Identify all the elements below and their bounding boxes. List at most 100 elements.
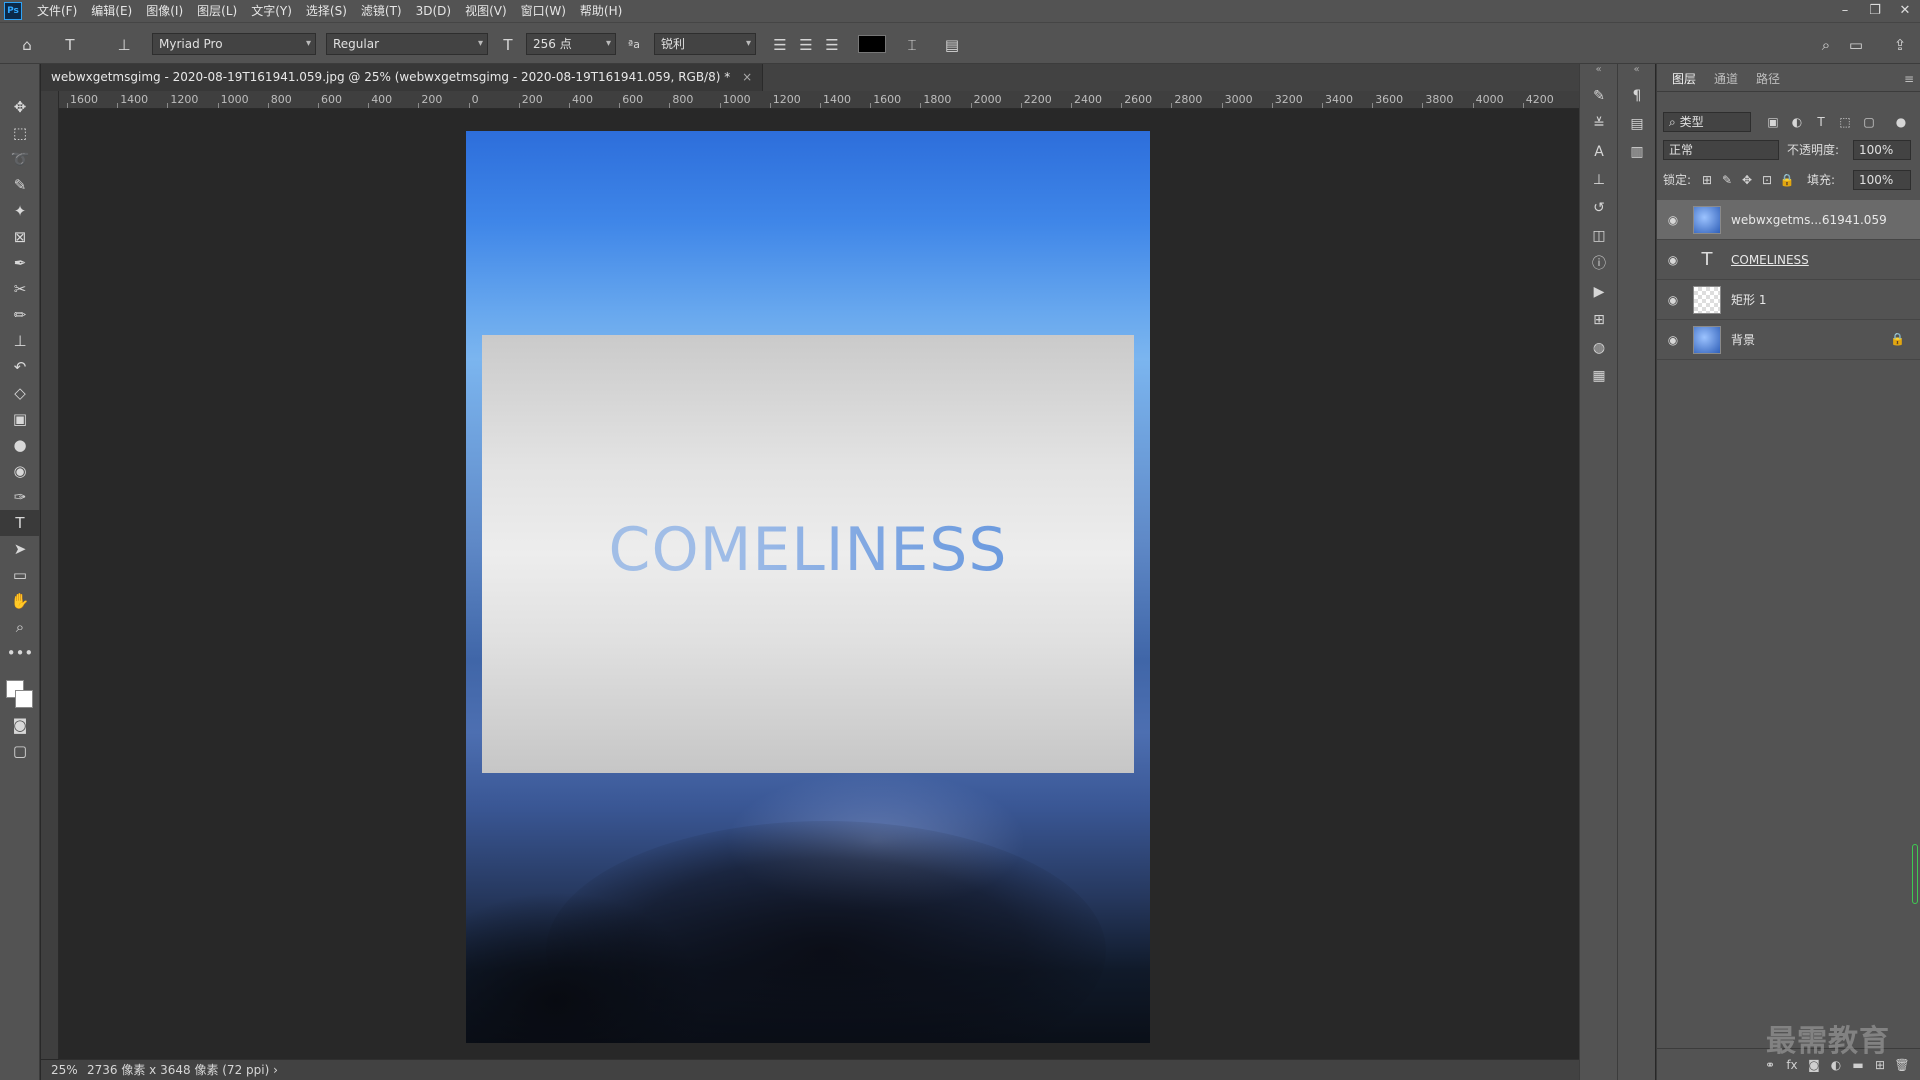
eyedropper-tool-icon[interactable]: ✒ [0,250,40,276]
crop-tool-icon[interactable]: ✂ [0,276,40,302]
pen-tool-icon[interactable]: ✑ [0,484,40,510]
eye-icon[interactable]: ◉ [1665,332,1681,348]
stamp-tool-icon[interactable]: ⊥ [0,328,40,354]
dodge-tool-icon[interactable]: ◉ [0,458,40,484]
menu-image[interactable]: 图像(I) [139,0,190,22]
tab-paths[interactable]: 路径 [1747,67,1789,91]
menu-file[interactable]: 文件(F) [30,0,84,22]
document-image[interactable]: COMELINESS [466,131,1150,1043]
collapse-icon[interactable]: « [1580,64,1617,82]
marquee-tool-icon[interactable]: ⬚ [0,120,40,146]
minimize-button[interactable]: – [1830,0,1860,22]
rectangle-shape-layer[interactable]: COMELINESS [482,335,1134,773]
type-tool-icon[interactable]: T [0,510,40,536]
history-brush-tool-icon[interactable]: ↶ [0,354,40,380]
character-panel-icon[interactable]: ▤ [942,35,962,55]
filter-adjustment-icon[interactable]: ◐ [1789,112,1805,132]
more-tools-icon[interactable]: ••• [0,640,40,666]
eye-icon[interactable]: ◉ [1665,292,1681,308]
info-icon[interactable]: ⓘ [1580,250,1618,278]
opacity-field[interactable]: 100% [1853,140,1911,160]
character-icon[interactable]: A [1580,138,1618,166]
menu-window[interactable]: 窗口(W) [514,0,573,22]
delete-layer-icon[interactable]: 🗑 [1891,1058,1913,1072]
menu-type[interactable]: 文字(Y) [244,0,299,22]
menu-help[interactable]: 帮助(H) [573,0,629,22]
brush-tool-icon[interactable]: ✏ [0,302,40,328]
filter-shape-icon[interactable]: ⬚ [1837,112,1853,132]
quick-mask-icon[interactable]: ◙ [0,712,40,738]
lock-transparent-icon[interactable]: ⊞ [1699,170,1715,190]
warp-text-icon[interactable]: ⌶ [902,35,922,55]
menu-select[interactable]: 选择(S) [299,0,354,22]
text-orientation-icon[interactable]: ⊥ [114,35,134,55]
comeliness-text-layer[interactable]: COMELINESS [482,515,1134,585]
menu-layer[interactable]: 图层(L) [190,0,244,22]
actions-icon[interactable]: ▶ [1580,278,1618,306]
adjustments-icon[interactable]: ≚ [1580,110,1618,138]
properties-icon[interactable]: ▤ [1618,110,1656,138]
search-icon[interactable]: ⌕ [1816,35,1836,55]
history-icon[interactable]: ↺ [1580,194,1618,222]
font-size-select[interactable]: 256 点 ▾ [526,33,616,55]
lock-pixels-icon[interactable]: ✎ [1719,170,1735,190]
canvas-area[interactable]: COMELINESS [59,109,1579,1059]
gradient-tool-icon[interactable]: ▣ [0,406,40,432]
move-tool-icon[interactable]: ✥ [0,94,40,120]
swatches-icon[interactable]: ⊞ [1580,306,1618,334]
filter-toggle-icon[interactable]: ● [1893,112,1909,132]
close-tab-icon[interactable]: × [742,70,752,84]
lasso-tool-icon[interactable]: ➰ [0,146,40,172]
align-center-icon[interactable]: ☰ [796,35,816,55]
font-style-select[interactable]: Regular ▾ [326,33,488,55]
lock-icon[interactable]: 🔒 [1890,332,1905,346]
notes-icon[interactable]: ▥ [1618,138,1656,166]
font-family-select[interactable]: Myriad Pro ▾ [152,33,316,55]
hand-tool-icon[interactable]: ✋ [0,588,40,614]
close-window-button[interactable]: ✕ [1890,0,1920,22]
collapse-icon[interactable]: « [1618,64,1655,82]
status-arrow-icon[interactable]: › [273,1063,278,1077]
layer-row[interactable]: ◉ T COMELINESS [1657,240,1920,280]
filter-type-icon[interactable]: T [1813,112,1829,132]
menu-edit[interactable]: 编辑(E) [84,0,139,22]
layer-filter-select[interactable]: ⌕ 类型 [1663,112,1751,132]
menu-view[interactable]: 视图(V) [458,0,514,22]
layer-row[interactable]: ◉ 矩形 1 [1657,280,1920,320]
align-left-icon[interactable]: ☰ [770,35,790,55]
zoom-level[interactable]: 25% [51,1060,78,1080]
screen-mode-icon[interactable]: ▢ [0,738,40,764]
restore-button[interactable]: ❐ [1860,0,1890,22]
filter-smart-object-icon[interactable]: ▢ [1861,112,1877,132]
panel-menu-icon[interactable]: ≡ [1895,67,1920,91]
align-right-icon[interactable]: ☰ [822,35,842,55]
lock-all-icon[interactable]: 🔒 [1779,170,1795,190]
fill-field[interactable]: 100% [1853,170,1911,190]
background-color-swatch[interactable] [15,690,33,708]
filter-pixel-icon[interactable]: ▣ [1765,112,1781,132]
lock-artboard-icon[interactable]: ⊡ [1759,170,1775,190]
brush-settings-icon[interactable]: ✎ [1580,82,1618,110]
text-color-swatch[interactable] [858,35,886,53]
path-select-tool-icon[interactable]: ➤ [0,536,40,562]
frame-tool-icon[interactable]: ⊠ [0,224,40,250]
workspace-icon[interactable]: ▭ [1846,35,1866,55]
layer-row[interactable]: ◉ webwxgetms...61941.059 [1657,200,1920,240]
eye-icon[interactable]: ◉ [1665,252,1681,268]
paragraph-icon[interactable]: ¶ [1618,82,1656,110]
tab-layers[interactable]: 图层 [1663,67,1706,91]
scroll-indicator[interactable] [1912,844,1918,904]
tab-channels[interactable]: 通道 [1705,67,1747,91]
antialias-select[interactable]: 锐利 ▾ [654,33,756,55]
3d-icon[interactable]: ◍ [1580,334,1618,362]
menu-3d[interactable]: 3D(D) [409,0,458,22]
layer-row[interactable]: ◉ 背景 🔒 [1657,320,1920,360]
share-icon[interactable]: ⇪ [1890,35,1910,55]
eye-icon[interactable]: ◉ [1665,212,1681,228]
zoom-tool-icon[interactable]: ⌕ [0,614,40,640]
rectangle-tool-icon[interactable]: ▭ [0,562,40,588]
home-icon[interactable]: ⌂ [17,35,37,55]
styles-icon[interactable]: ◫ [1580,222,1618,250]
blend-mode-select[interactable]: 正常 [1663,140,1779,160]
clone-source-icon[interactable]: ⊥ [1580,166,1618,194]
